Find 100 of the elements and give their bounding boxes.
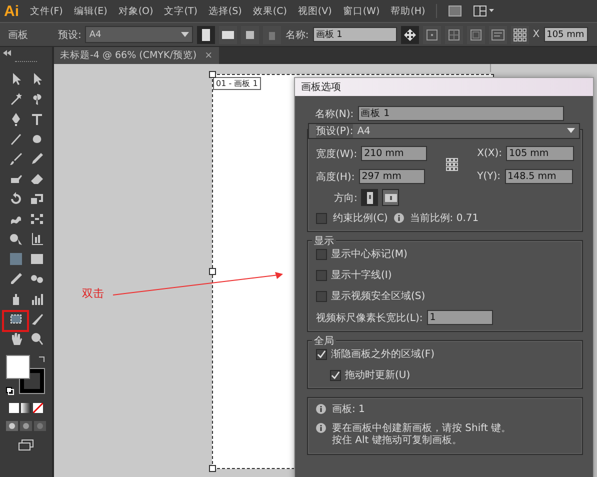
- blend-icon[interactable]: [30, 272, 44, 286]
- gradient-icon[interactable]: [30, 252, 44, 266]
- name-field[interactable]: 画板 1: [312, 27, 397, 42]
- paintbrush-icon[interactable]: [8, 152, 22, 166]
- annotation-text: 双击: [82, 286, 104, 301]
- preset-dropdown[interactable]: A4: [85, 26, 194, 43]
- menu-item[interactable]: 帮助(H): [390, 4, 426, 18]
- app-logo: Ai: [4, 2, 19, 20]
- checkbox[interactable]: [316, 290, 327, 302]
- height-label: 高度(H):: [316, 170, 355, 184]
- portrait-icon: [364, 192, 375, 204]
- info-text: 要在画板中创建新画板，请按 Shift 键。按住 Alt 键拖动可复制画板。: [332, 422, 512, 448]
- checkbox[interactable]: [316, 270, 327, 280]
- landscape-button[interactable]: [382, 189, 400, 206]
- collapse-icon[interactable]: [3, 50, 11, 56]
- info-icon: [316, 422, 326, 432]
- blob-brush-icon[interactable]: [8, 172, 22, 186]
- type-tool-icon[interactable]: [30, 112, 44, 126]
- menu-item[interactable]: 选择(S): [208, 4, 242, 18]
- mesh-icon[interactable]: [8, 252, 22, 266]
- rotate-icon[interactable]: [8, 192, 22, 206]
- menu-item[interactable]: 文字(T): [164, 4, 198, 18]
- selection-handle[interactable]: [209, 465, 216, 472]
- info-icon: [316, 404, 326, 414]
- line-tool-icon[interactable]: [8, 132, 22, 146]
- slice-icon[interactable]: [30, 312, 44, 326]
- reference-point-icon[interactable]: [510, 26, 529, 44]
- section-title: 全局: [312, 334, 336, 348]
- pencil-icon[interactable]: [30, 152, 44, 166]
- color-mode-icon[interactable]: [9, 403, 19, 413]
- new-artboard-icon[interactable]: [241, 26, 260, 44]
- column-graph-icon[interactable]: [30, 292, 44, 306]
- fill-swatch[interactable]: [6, 355, 30, 379]
- selection-handle[interactable]: [209, 268, 216, 275]
- portrait-button[interactable]: [361, 189, 378, 206]
- y-label: Y(Y):: [477, 171, 501, 182]
- constrain-label: 约束比例(C): [333, 212, 388, 225]
- pixel-ratio-field[interactable]: 1: [426, 310, 493, 325]
- menu-item[interactable]: 窗口(W): [342, 4, 380, 18]
- draw-behind-icon[interactable]: [20, 421, 32, 431]
- screen-mode-icon[interactable]: [18, 439, 34, 451]
- draw-normal-icon[interactable]: [6, 421, 18, 431]
- options-icon[interactable]: [488, 26, 507, 44]
- option-label: 拖动时更新(U): [345, 368, 410, 382]
- close-icon[interactable]: ×: [204, 50, 213, 61]
- free-transform-icon[interactable]: [30, 212, 44, 226]
- option-label: 显示十字线(I): [331, 268, 392, 282]
- section-title: 显示: [312, 234, 336, 248]
- x-label: X(X):: [477, 148, 502, 159]
- crosshair-icon[interactable]: [444, 26, 463, 44]
- safe-area-icon[interactable]: [466, 26, 485, 44]
- checkbox[interactable]: [330, 370, 341, 380]
- landscape-icon[interactable]: [219, 26, 238, 44]
- checkbox[interactable]: [316, 248, 327, 260]
- menu-item[interactable]: 文件(F): [30, 4, 63, 18]
- dialog-title: 画板选项: [295, 78, 593, 96]
- info-icon: [394, 213, 404, 223]
- reference-point-icon[interactable]: [446, 158, 458, 172]
- width-label: 宽度(W):: [316, 148, 358, 160]
- option-label: 显示视频安全区域(S): [331, 290, 426, 303]
- menu-item[interactable]: 对象(O): [118, 4, 154, 18]
- move-icon[interactable]: [400, 26, 419, 44]
- bridge-icon[interactable]: [448, 5, 462, 17]
- preset-dropdown[interactable]: 预设(P): A4: [308, 123, 580, 139]
- eyedropper-icon[interactable]: [8, 272, 22, 286]
- x-field[interactable]: 105 mm: [506, 146, 574, 161]
- y-field[interactable]: 148.5 mm: [504, 169, 573, 184]
- swap-icon[interactable]: [38, 355, 46, 363]
- width-field[interactable]: 210 mm: [361, 146, 428, 161]
- layout-icon[interactable]: [473, 5, 496, 17]
- gradient-mode-icon[interactable]: [21, 403, 31, 413]
- x-label: X: [532, 29, 540, 40]
- checkbox[interactable]: [316, 348, 327, 360]
- menu-item[interactable]: 视图(V): [298, 4, 332, 18]
- menu-item[interactable]: 效果(C): [252, 4, 287, 18]
- magic-wand-icon[interactable]: [8, 92, 22, 106]
- name-label: 名称(N):: [315, 108, 354, 120]
- option-label: 显示中心标记(M): [331, 248, 408, 261]
- menu-item[interactable]: 编辑(E): [74, 4, 108, 18]
- eraser-icon[interactable]: [30, 172, 44, 186]
- default-colors-icon[interactable]: [6, 387, 14, 395]
- ratio-text: 当前比例: 0.71: [410, 212, 479, 225]
- checkbox[interactable]: [316, 212, 327, 224]
- scale-icon[interactable]: [30, 192, 44, 206]
- name-label: 名称:: [285, 28, 309, 42]
- x-field[interactable]: 105 mm: [544, 27, 588, 42]
- info-text: 画板: 1: [332, 404, 366, 416]
- height-field[interactable]: 297 mm: [358, 169, 425, 184]
- selection-handle[interactable]: [209, 71, 216, 78]
- shape-builder-icon[interactable]: [8, 232, 22, 246]
- tool-label: 画板: [8, 28, 28, 42]
- portrait-icon[interactable]: [197, 26, 216, 44]
- center-mark-icon[interactable]: [422, 26, 441, 44]
- none-mode-icon[interactable]: [33, 403, 43, 413]
- document-tab[interactable]: 未标题-4 @ 66% (CMYK/预览) ×: [54, 47, 219, 64]
- graph-icon[interactable]: [30, 232, 44, 246]
- preset-label: 预设:: [58, 28, 82, 42]
- zoom-icon[interactable]: [30, 332, 44, 346]
- name-field[interactable]: 画板 1: [358, 106, 564, 121]
- artboard-icon[interactable]: [8, 312, 22, 326]
